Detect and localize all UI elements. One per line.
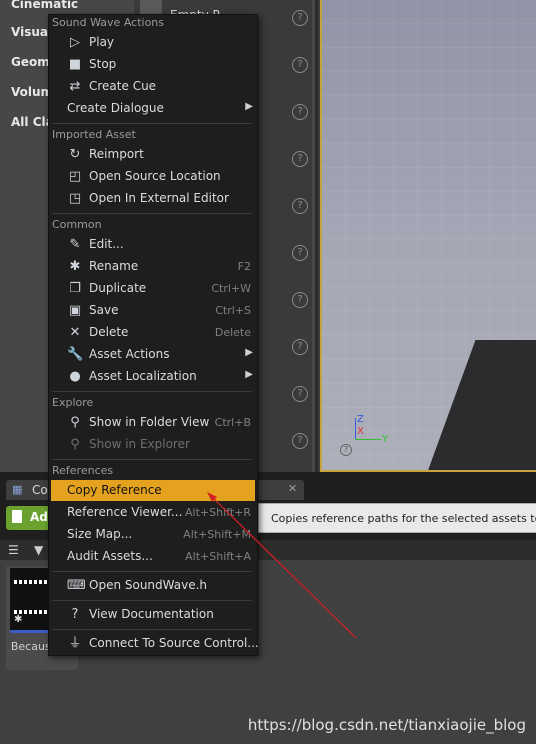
arrow-line bbox=[211, 496, 357, 639]
watermark: https://blog.csdn.net/tianxiaojie_blog bbox=[247, 716, 526, 734]
annotation-arrow bbox=[207, 492, 357, 639]
